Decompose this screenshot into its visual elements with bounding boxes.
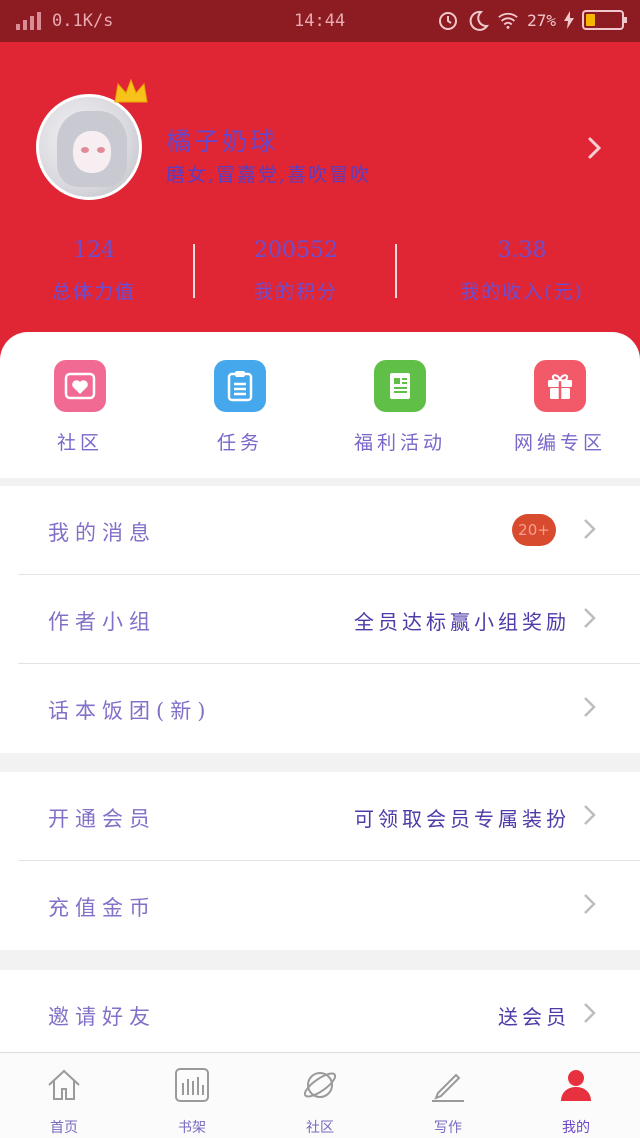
- menu-group-2: 开通会员 可领取会员专属装扮 充值金币: [0, 772, 640, 950]
- stat-label: 我的收入(元): [460, 281, 584, 303]
- quick-action-label: 网编专区: [513, 432, 606, 454]
- heart-icon: [54, 360, 106, 412]
- stat-label: 总体力值: [51, 281, 136, 303]
- wifi-icon: [497, 9, 519, 31]
- quick-actions: 社区 任务 福利活动 网编专区: [0, 332, 640, 478]
- menu-item-invite-friends[interactable]: 邀请好友 送会员: [0, 970, 640, 1059]
- nickname: 橘子奶球: [166, 127, 279, 156]
- stat-points[interactable]: 200552 我的积分: [196, 238, 396, 304]
- battery-icon: [582, 10, 627, 30]
- tab-label: 我的: [562, 1120, 590, 1136]
- quick-action-editor-zone[interactable]: 网编专区: [480, 360, 640, 455]
- charging-bolt-icon: [564, 9, 574, 31]
- quick-action-tasks[interactable]: 任务: [160, 360, 320, 455]
- quick-action-label: 任务: [216, 432, 263, 454]
- chevron-right-icon: [582, 890, 598, 918]
- tab-write[interactable]: 写作: [384, 1065, 512, 1137]
- divider: [395, 244, 397, 298]
- menu-item-value: 可领取会员专属装扮: [354, 807, 570, 831]
- signature: 磨女,冒嘉党,喜吹冒吹: [166, 164, 372, 186]
- menu-item-title: 充值金币: [48, 896, 156, 920]
- stat-value: 124: [73, 238, 115, 263]
- menu-item-title: 话本饭团(新): [48, 699, 212, 723]
- menu-item-value: 全员达标赢小组奖励: [354, 610, 570, 634]
- bookshelf-icon: [175, 1068, 209, 1102]
- chevron-right-icon: [582, 999, 598, 1027]
- quick-action-benefits[interactable]: 福利活动: [320, 360, 480, 455]
- menu-group-3: 邀请好友 送会员: [0, 970, 640, 1059]
- signal-icon: [16, 12, 44, 30]
- crown-icon: [114, 78, 148, 103]
- planet-icon: [303, 1072, 337, 1098]
- clipboard-icon: [214, 360, 266, 412]
- gift-icon: [534, 360, 586, 412]
- chevron-right-icon: [582, 515, 598, 543]
- menu-item-title: 开通会员: [48, 807, 156, 831]
- quick-action-community[interactable]: 社区: [0, 360, 160, 455]
- menu-item-title: 邀请好友: [48, 1005, 156, 1029]
- battery-percent: 27%: [527, 10, 556, 30]
- menu-item-title: 作者小组: [48, 610, 156, 634]
- user-icon: [561, 1070, 591, 1101]
- clock: 14:44: [294, 11, 346, 31]
- tab-label: 书架: [178, 1120, 206, 1136]
- moon-icon: [467, 9, 490, 31]
- stat-label: 我的积分: [253, 281, 338, 303]
- status-bar: 0.1K/s 14:44 27%: [0, 0, 640, 42]
- tab-home[interactable]: 首页: [0, 1065, 128, 1137]
- menu-item-my-messages[interactable]: 我的消息 20+: [0, 486, 640, 575]
- stat-stamina[interactable]: 124 总体力值: [0, 238, 194, 304]
- menu-item-value: 送会员: [498, 1005, 570, 1029]
- menu-item-recharge-coins[interactable]: 充值金币: [0, 861, 640, 950]
- menu-item-story-fans[interactable]: 话本饭团(新): [0, 664, 640, 753]
- tab-community[interactable]: 社区: [256, 1065, 384, 1137]
- menu-item-author-group[interactable]: 作者小组 全员达标赢小组奖励: [0, 575, 640, 664]
- tab-label: 首页: [50, 1120, 78, 1136]
- stats-row: 124 总体力值 200552 我的积分 3.38 我的收入(元): [0, 238, 640, 308]
- quick-action-label: 社区: [56, 432, 103, 454]
- newspaper-icon: [374, 360, 426, 412]
- divider: [193, 244, 195, 298]
- alarm-icon: [437, 9, 459, 31]
- tab-bookshelf[interactable]: 书架: [128, 1065, 256, 1137]
- stat-income[interactable]: 3.38 我的收入(元): [422, 238, 622, 304]
- profile-header[interactable]: 橘子奶球 磨女,冒嘉党,喜吹冒吹 124 总体力值 200552 我的积分 3.…: [0, 42, 640, 362]
- chevron-right-icon[interactable]: [584, 134, 606, 162]
- pen-icon: [432, 1073, 464, 1102]
- home-icon: [48, 1069, 80, 1100]
- chevron-right-icon: [582, 604, 598, 632]
- network-speed: 0.1K/s: [52, 11, 114, 31]
- menu-item-title: 我的消息: [48, 521, 156, 545]
- stat-value: 200552: [254, 238, 338, 263]
- tab-label: 写作: [434, 1120, 462, 1136]
- bottom-tab-bar: 首页 书架 社区 写作 我的: [0, 1052, 640, 1138]
- stat-value: 3.38: [497, 238, 547, 263]
- tab-mine[interactable]: 我的: [512, 1065, 640, 1137]
- chevron-right-icon: [582, 801, 598, 829]
- menu-item-membership[interactable]: 开通会员 可领取会员专属装扮: [0, 772, 640, 861]
- chevron-right-icon: [582, 693, 598, 721]
- tab-label: 社区: [306, 1120, 334, 1136]
- quick-action-label: 福利活动: [353, 432, 446, 454]
- unread-badge: 20+: [512, 514, 556, 546]
- menu-group-1: 我的消息 20+ 作者小组 全员达标赢小组奖励 话本饭团(新): [0, 486, 640, 753]
